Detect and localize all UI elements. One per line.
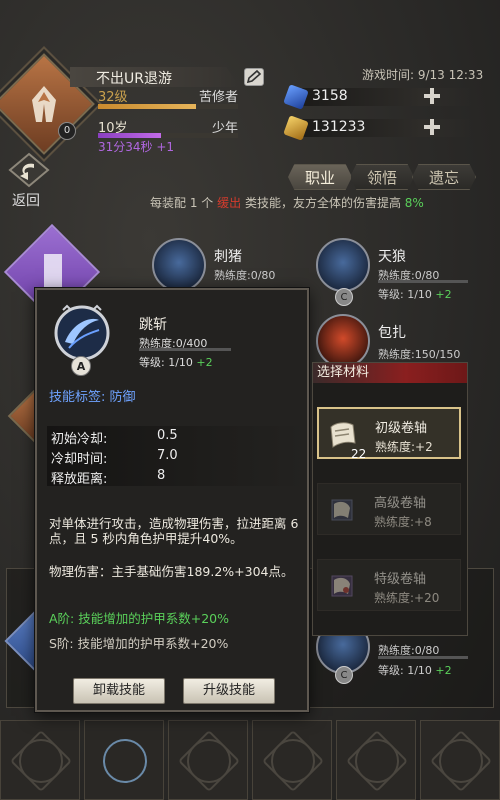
skill-tag: 技能标签: 防御 bbox=[49, 390, 136, 405]
skill-level: 等级: 1/10 +2 bbox=[378, 288, 452, 301]
skill-description: 对单体进行攻击，造成物理伤害，拉进距离 6 点，且 5 秒内角色护甲提升40%。 bbox=[49, 516, 299, 546]
level-title: 苦修者 bbox=[198, 90, 238, 105]
add-gems-button[interactable] bbox=[424, 88, 440, 104]
material-name: 初级卷轴 bbox=[375, 421, 428, 436]
scroll-icon bbox=[331, 575, 353, 597]
back-label[interactable]: 返回 bbox=[12, 190, 40, 210]
skill-level: 等级: 1/10 +2 bbox=[139, 356, 213, 369]
material-item-special-scroll[interactable]: 特级卷轴 熟练度:+20 bbox=[317, 559, 461, 611]
tab-comprehension[interactable]: 领悟 bbox=[350, 164, 414, 190]
gold-count: 131233 bbox=[312, 119, 366, 135]
upgrade-skill-button[interactable]: 升级技能 bbox=[183, 678, 275, 704]
proficiency-bar bbox=[139, 348, 231, 351]
level-progress-bar bbox=[98, 104, 238, 109]
class-emblem-icon bbox=[32, 86, 56, 122]
stat-row: 释放距离: 8 bbox=[47, 466, 307, 487]
skill-name: 天狼 bbox=[378, 249, 406, 265]
material-name: 特级卷轴 bbox=[374, 572, 427, 587]
tab-forget[interactable]: 遗忘 bbox=[412, 164, 476, 190]
equip-hint: 每装配 1 个 缓出 类技能，友方全体的伤害提高 8% bbox=[150, 196, 424, 210]
rank-a-bonus: A阶: 技能增加的护甲系数+20% bbox=[49, 611, 229, 626]
back-arrow-icon[interactable] bbox=[8, 152, 50, 188]
skill-name: 包扎 bbox=[378, 325, 406, 341]
material-panel-title: 选择材料 bbox=[313, 363, 467, 383]
slot-1[interactable] bbox=[0, 720, 80, 800]
stat-row: 初始冷却: 0.5 bbox=[47, 426, 307, 447]
player-name: 不出UR退游 bbox=[96, 71, 172, 87]
material-quantity: 22 bbox=[351, 447, 367, 461]
tab-profession[interactable]: 职业 bbox=[288, 164, 352, 190]
resource-gold: 131233 bbox=[283, 115, 496, 141]
material-proficiency: 熟练度:+8 bbox=[374, 515, 432, 529]
skill-name: 刺猪 bbox=[214, 249, 242, 265]
player-level: 32级 bbox=[98, 90, 128, 105]
wolf-skill-icon bbox=[316, 238, 370, 292]
material-item-basic-scroll[interactable]: 初级卷轴 熟练度:+2 22 bbox=[317, 407, 461, 461]
gem-count: 3158 bbox=[312, 88, 348, 104]
slot-3[interactable] bbox=[168, 720, 248, 800]
material-panel: 选择材料 初级卷轴 熟练度:+2 22 高级卷轴 熟练度:+8 特级卷轴 熟练度… bbox=[312, 362, 468, 636]
skill-detail-popup: A 跳斩 熟练度:0/400 等级: 1/10 +2 技能标签: 防御 初始冷却… bbox=[35, 288, 309, 712]
slot-5[interactable] bbox=[336, 720, 416, 800]
slot-4[interactable] bbox=[252, 720, 332, 800]
jump-slash-skill-icon bbox=[54, 304, 110, 361]
slot-2[interactable] bbox=[84, 720, 164, 800]
grade-badge: A bbox=[71, 356, 91, 376]
avatar-badge: 0 bbox=[58, 122, 76, 140]
bandage-skill-icon bbox=[316, 314, 370, 368]
resource-gems: 3158 bbox=[283, 84, 496, 110]
claw-skill-icon bbox=[152, 238, 206, 292]
grade-badge: C bbox=[335, 288, 353, 306]
scroll-icon bbox=[331, 499, 353, 521]
bottom-slot-row bbox=[0, 720, 500, 800]
game-time: 游戏时间: 9/13 12:33 bbox=[362, 68, 484, 82]
material-proficiency: 熟练度:+20 bbox=[374, 591, 440, 605]
material-proficiency: 熟练度:+2 bbox=[375, 440, 433, 454]
grade-badge: C bbox=[335, 666, 353, 684]
skill-damage-description: 物理伤害：主手基础伤害189.2%+304点。 bbox=[49, 564, 294, 579]
unload-skill-button[interactable]: 卸载技能 bbox=[73, 678, 165, 704]
skill-item-tianlang[interactable]: C 天狼 熟练度:0/80 等级: 1/10 +2 bbox=[316, 238, 476, 308]
add-gold-button[interactable] bbox=[424, 119, 440, 135]
class-slot-symbol-icon bbox=[44, 254, 62, 292]
skill-proficiency: 熟练度:150/150 bbox=[378, 348, 461, 361]
slot-6[interactable] bbox=[420, 720, 500, 800]
material-item-advanced-scroll[interactable]: 高级卷轴 熟练度:+8 bbox=[317, 483, 461, 535]
material-name: 高级卷轴 bbox=[374, 496, 427, 511]
skill-level: 等级: 1/10 +2 bbox=[378, 664, 452, 677]
rank-row: 32级 苦修者 bbox=[98, 86, 238, 105]
age-timer: 31分34秒 +1 bbox=[98, 140, 175, 154]
stat-row: 冷却时间: 7.0 bbox=[47, 446, 307, 467]
rank-s-bonus: S阶: 技能增加的护甲系数+20% bbox=[49, 636, 229, 651]
skill-proficiency: 熟练度:0/80 bbox=[214, 269, 276, 282]
skill-name: 跳斩 bbox=[139, 317, 167, 333]
edit-name-icon[interactable] bbox=[244, 68, 264, 86]
